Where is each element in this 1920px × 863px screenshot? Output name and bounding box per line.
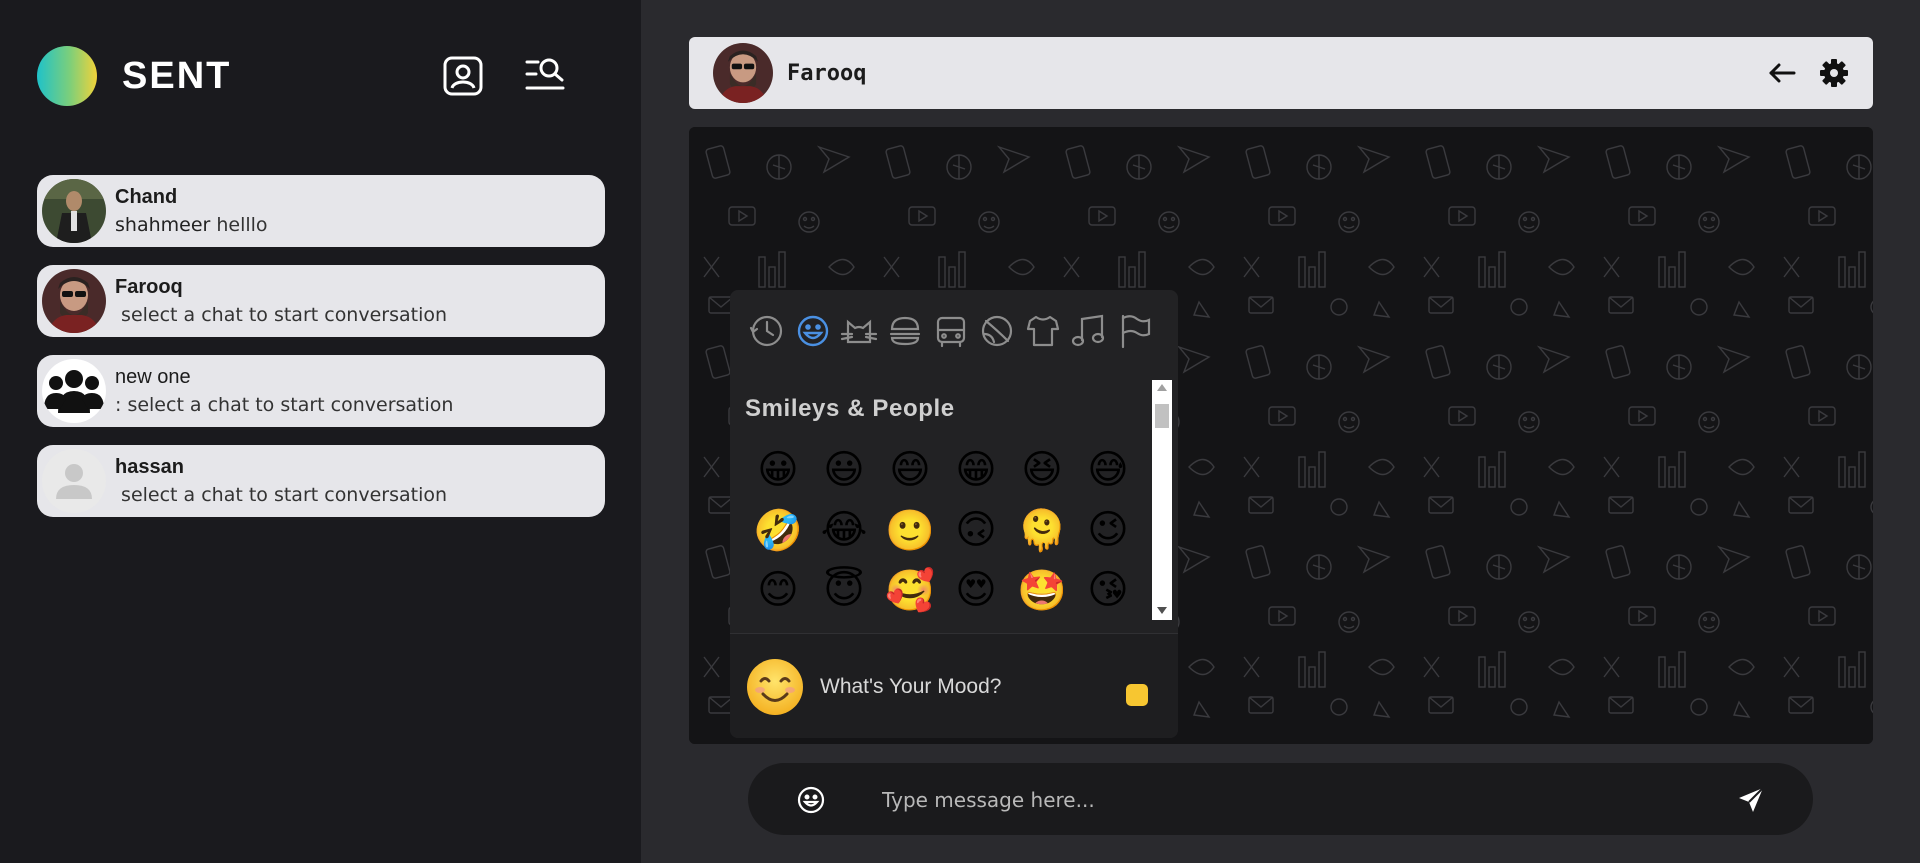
emoji-option[interactable]: 😅	[1075, 440, 1141, 500]
objects-icon[interactable]	[1024, 312, 1062, 350]
activity-icon[interactable]	[978, 312, 1016, 350]
emoji-preview: What's Your Mood?	[730, 633, 1178, 738]
send-icon[interactable]	[1736, 785, 1766, 815]
emoji-option[interactable]: 😁	[943, 440, 1009, 500]
avatar	[42, 269, 106, 333]
chat-preview: shahmeer helllo	[115, 214, 268, 236]
emoji-option[interactable]: 🤣	[745, 500, 811, 560]
chat-item-new-one[interactable]: new one : select a chat to start convers…	[37, 355, 605, 427]
recent-icon[interactable]	[748, 312, 786, 350]
emoji-option[interactable]: 😆	[1009, 440, 1075, 500]
emoji-option[interactable]: 😊	[745, 560, 811, 620]
food-icon[interactable]	[886, 312, 924, 350]
emoji-option[interactable]: 😉	[1075, 500, 1141, 560]
message-input[interactable]	[880, 779, 1684, 821]
skin-tone-selector[interactable]	[1126, 684, 1148, 706]
emoji-option[interactable]: 🙂	[877, 500, 943, 560]
chat-name: new one	[115, 366, 191, 388]
scroll-down-arrow-icon[interactable]	[1157, 607, 1167, 614]
smileys-icon[interactable]	[794, 312, 832, 350]
group-icon	[42, 359, 106, 423]
emoji-option[interactable]: 😄	[877, 440, 943, 500]
chat-item-chand[interactable]: Chand shahmeer helllo	[37, 175, 605, 247]
preview-text: What's Your Mood?	[820, 674, 1002, 698]
chat-item-farooq[interactable]: Farooq select a chat to start conversati…	[37, 265, 605, 337]
back-arrow-icon[interactable]	[1767, 58, 1797, 88]
chat-list: Chand shahmeer helllo Farooq select a ch…	[37, 175, 605, 535]
emoji-option[interactable]: 😂	[811, 500, 877, 560]
chat-message: select a chat to start conversation	[115, 484, 448, 506]
gear-icon[interactable]	[1819, 58, 1849, 88]
emoji-option[interactable]: 😇	[811, 560, 877, 620]
search-list-icon[interactable]	[524, 55, 566, 97]
emoji-option[interactable]: 😃	[811, 440, 877, 500]
message-composer	[748, 763, 1813, 835]
chat-message: : select a chat to start conversation	[115, 394, 454, 416]
chat-message: select a chat to start conversation	[115, 304, 448, 326]
emoji-option[interactable]: 😘	[1075, 560, 1141, 620]
brand: SENT	[37, 46, 231, 106]
scrollbar-thumb[interactable]	[1155, 404, 1169, 428]
emoji-section-title: Smileys & People	[745, 395, 955, 422]
travel-icon[interactable]	[932, 312, 970, 350]
emoji-category-bar	[748, 312, 1162, 350]
emoji-option[interactable]: 🤩	[1009, 560, 1075, 620]
chat-name: hassan	[115, 456, 184, 478]
emoji-option[interactable]: 🙃	[943, 500, 1009, 560]
flags-icon[interactable]	[1116, 312, 1154, 350]
contact-avatar[interactable]	[713, 43, 773, 103]
emoji-scrollbar[interactable]	[1152, 380, 1172, 620]
chat-name: Chand	[115, 186, 178, 208]
default-user-icon	[42, 449, 106, 513]
app-logo	[37, 46, 97, 106]
symbols-icon[interactable]	[1070, 312, 1108, 350]
chat-item-hassan[interactable]: hassan select a chat to start conversati…	[37, 445, 605, 517]
chat-message: helllo	[210, 214, 268, 236]
emoji-grid: 😀 😃 😄 😁 😆 😅 🤣 😂 🙂 🙃 🫠 😉 😊 😇 🥰 😍 🤩 😘	[745, 440, 1145, 620]
conversation-header: Farooq	[689, 37, 1873, 109]
chat-name: Farooq	[115, 276, 183, 298]
scroll-up-arrow-icon[interactable]	[1157, 384, 1167, 391]
emoji-picker: Smileys & People 😀 😃 😄 😁 😆 😅 🤣 😂 🙂 🙃 🫠 😉…	[730, 290, 1178, 738]
emoji-option[interactable]: 🫠	[1009, 500, 1075, 560]
sidebar: SENT Chand shahmeer helllo Farooq select…	[0, 0, 641, 863]
emoji-option[interactable]: 🥰	[877, 560, 943, 620]
emoji-option[interactable]: 😍	[943, 560, 1009, 620]
app-name: SENT	[122, 54, 232, 97]
contact-name: Farooq	[787, 60, 867, 86]
avatar	[42, 179, 106, 243]
animals-icon[interactable]	[840, 312, 878, 350]
smiley-icon[interactable]	[796, 785, 826, 815]
preview-smiley-icon	[747, 658, 803, 715]
emoji-option[interactable]: 😀	[745, 440, 811, 500]
contact-card-icon[interactable]	[442, 55, 484, 97]
chat-sender: shahmeer	[115, 214, 211, 236]
